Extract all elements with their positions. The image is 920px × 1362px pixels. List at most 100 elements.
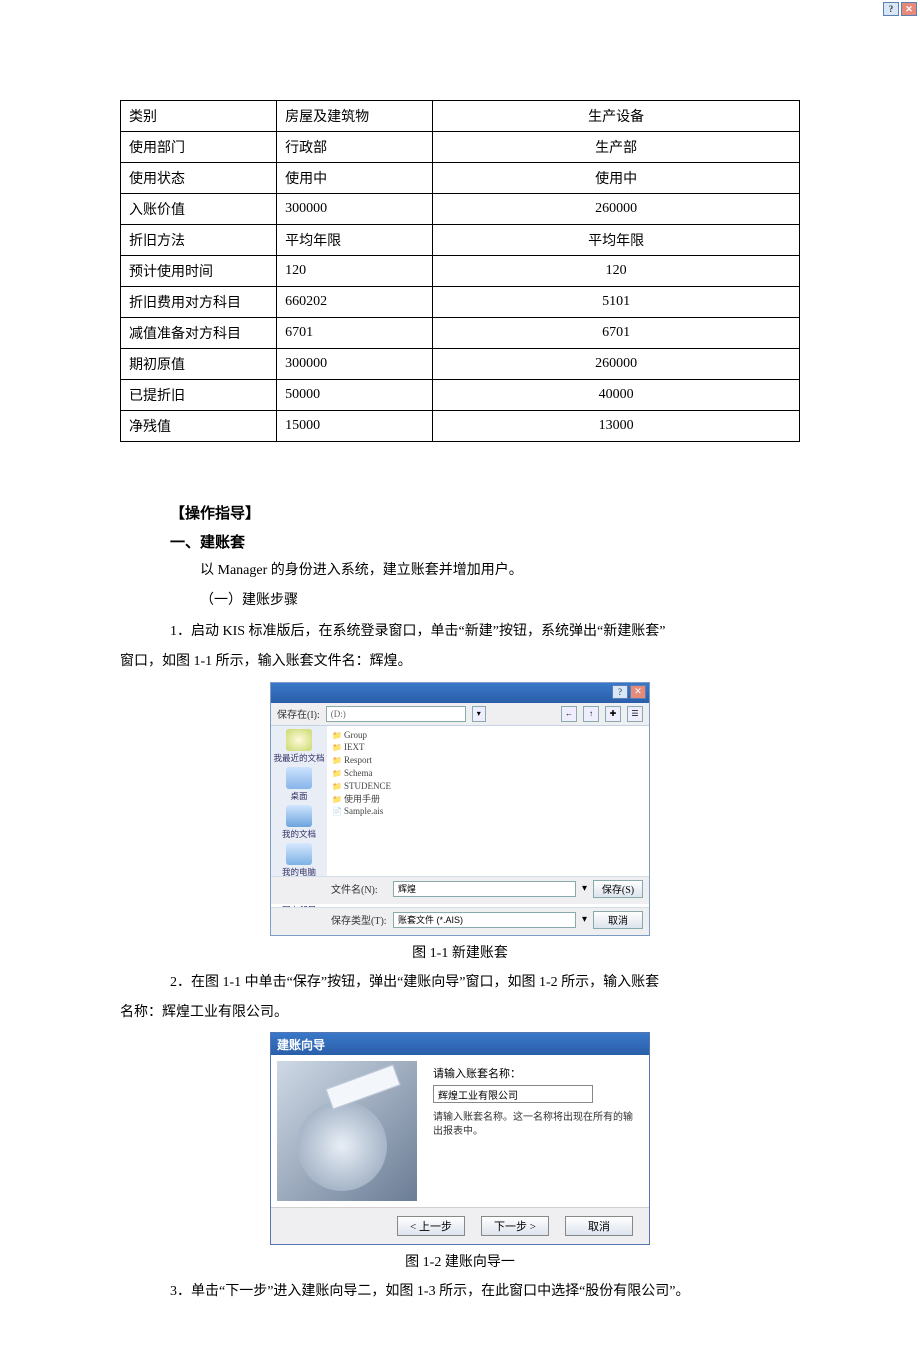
step1-line-a: 1．启动 KIS 标准版后，在系统登录窗口，单击“新建”按钮，系统弹出“新建账套…: [170, 621, 800, 643]
place-label: 我最近的文档: [273, 752, 324, 764]
places-item[interactable]: 桌面: [286, 767, 312, 802]
table-cell: 50000: [277, 380, 433, 411]
file-list[interactable]: GroupIEXTResportSchemaSTUDENCE使用手册Sample…: [327, 726, 649, 876]
subsection-1: （一）建账步骤: [200, 590, 800, 612]
path-row: 保存在(I): (D:) ▾ ← ↑ ✚ ☰: [271, 703, 649, 726]
filename-input[interactable]: [393, 881, 576, 897]
asset-table: 类别房屋及建筑物生产设备使用部门行政部生产部使用状态使用中使用中入账价值3000…: [120, 100, 800, 442]
table-row: 减值准备对方科目67016701: [121, 318, 800, 349]
folder-item[interactable]: 使用手册: [332, 793, 644, 806]
table-cell: 净残值: [121, 411, 277, 442]
table-cell: 生产设备: [433, 101, 800, 132]
table-row: 净残值1500013000: [121, 411, 800, 442]
table-row: 已提折旧5000040000: [121, 380, 800, 411]
table-cell: 折旧费用对方科目: [121, 287, 277, 318]
table-cell: 预计使用时间: [121, 256, 277, 287]
section-label: 【操作指导】: [170, 502, 800, 523]
filename-dropdown-icon[interactable]: ▾: [582, 883, 587, 894]
table-cell: 300000: [277, 194, 433, 225]
folder-item[interactable]: IEXT: [332, 741, 644, 754]
table-row: 期初原值300000260000: [121, 349, 800, 380]
filetype-input[interactable]: [393, 912, 576, 928]
table-cell: 平均年限: [433, 225, 800, 256]
table-cell: 行政部: [277, 132, 433, 163]
step2-line-a: 2．在图 1-1 中单击“保存”按钮，弹出“建账向导”窗口，如图 1-2 所示，…: [170, 972, 800, 994]
table-cell: 5101: [433, 287, 800, 318]
table-cell: 15000: [277, 411, 433, 442]
table-row: 使用部门行政部生产部: [121, 132, 800, 163]
save-button[interactable]: 保存(S): [593, 880, 643, 898]
folder-item[interactable]: STUDENCE: [332, 780, 644, 793]
wizard-dialog: 建账向导 ? ✕ 请输入账套名称： 辉煌工业有限公司 请输入账套名称。这一名称将…: [270, 1032, 650, 1245]
table-cell: 使用部门: [121, 132, 277, 163]
places-item[interactable]: 我的文档: [282, 805, 316, 840]
table-cell: 120: [277, 256, 433, 287]
up-icon[interactable]: ↑: [583, 706, 599, 722]
table-cell: 使用中: [277, 163, 433, 194]
step3-line: 3．单击“下一步”进入建账向导二，如图 1-3 所示，在此窗口中选择“股份有限公…: [170, 1281, 800, 1303]
table-cell: 300000: [277, 349, 433, 380]
table-cell: 使用状态: [121, 163, 277, 194]
place-icon: [286, 805, 312, 827]
table-cell: 13000: [433, 411, 800, 442]
dialog1-titlebar[interactable]: ? ✕: [271, 683, 649, 703]
table-cell: 260000: [433, 194, 800, 225]
places-bar: 我最近的文档桌面我的文档我的电脑网上邻居: [271, 726, 327, 876]
figure-caption-2: 图 1-2 建账向导一: [120, 1251, 800, 1271]
step1-line-b: 窗口，如图 1-1 所示，输入账套文件名：辉煌。: [120, 651, 800, 673]
save-in-label: 保存在(I):: [277, 706, 320, 721]
file-item[interactable]: Sample.ais: [332, 805, 644, 818]
table-row: 预计使用时间120120: [121, 256, 800, 287]
intro-line: 以 Manager 的身份进入系统，建立账套并增加用户。: [200, 560, 800, 582]
table-cell: 生产部: [433, 132, 800, 163]
place-label: 我的文档: [282, 828, 316, 840]
folder-item[interactable]: Resport: [332, 754, 644, 767]
table-cell: 入账价值: [121, 194, 277, 225]
figure-caption-1: 图 1-1 新建账套: [120, 942, 800, 962]
places-item[interactable]: 我的电脑: [282, 843, 316, 878]
place-icon: [286, 767, 312, 789]
wizard-prompt: 请输入账套名称：: [433, 1065, 639, 1081]
folder-item[interactable]: Schema: [332, 767, 644, 780]
heading-1: 一、建账套: [170, 531, 800, 552]
filename-label: 文件名(N):: [331, 881, 387, 896]
help-icon[interactable]: ?: [612, 685, 628, 699]
places-item[interactable]: 我最近的文档: [273, 729, 324, 764]
place-label: 桌面: [286, 790, 312, 802]
table-row: 使用状态使用中使用中: [121, 163, 800, 194]
table-cell: 120: [433, 256, 800, 287]
filetype-dropdown-icon[interactable]: ▾: [582, 914, 587, 925]
next-button[interactable]: 下一步 >: [481, 1216, 549, 1236]
dialog2-title: 建账向导: [277, 1036, 325, 1053]
folder-item[interactable]: Group: [332, 729, 644, 742]
cancel-button[interactable]: 取消: [593, 911, 643, 929]
table-cell: 折旧方法: [121, 225, 277, 256]
table-cell: 40000: [433, 380, 800, 411]
new-folder-icon[interactable]: ✚: [605, 706, 621, 722]
wizard-image: [277, 1061, 417, 1201]
account-name-input[interactable]: 辉煌工业有限公司: [433, 1085, 593, 1103]
place-icon: [286, 729, 312, 751]
table-cell: 6701: [277, 318, 433, 349]
close-icon[interactable]: ✕: [901, 2, 917, 16]
table-cell: 260000: [433, 349, 800, 380]
table-cell: 已提折旧: [121, 380, 277, 411]
back-icon[interactable]: ←: [561, 706, 577, 722]
dialog2-titlebar[interactable]: 建账向导 ? ✕: [271, 1033, 649, 1055]
wizard-cancel-button[interactable]: 取消: [565, 1216, 633, 1236]
table-row: 入账价值300000260000: [121, 194, 800, 225]
save-as-dialog: ? ✕ 保存在(I): (D:) ▾ ← ↑ ✚ ☰ 我最近的文档桌面我的文档我…: [270, 682, 650, 936]
table-cell: 期初原值: [121, 349, 277, 380]
table-cell: 使用中: [433, 163, 800, 194]
table-row: 折旧方法平均年限平均年限: [121, 225, 800, 256]
table-cell: 660202: [277, 287, 433, 318]
wizard-desc: 请输入账套名称。这一名称将出现在所有的输出报表中。: [433, 1111, 639, 1139]
prev-button[interactable]: < 上一步: [397, 1216, 465, 1236]
location-combo[interactable]: (D:): [326, 706, 466, 722]
place-icon: [286, 843, 312, 865]
help-icon[interactable]: ?: [883, 2, 899, 16]
table-row: 折旧费用对方科目6602025101: [121, 287, 800, 318]
views-icon[interactable]: ☰: [627, 706, 643, 722]
combo-dropdown-icon[interactable]: ▾: [472, 706, 486, 722]
close-icon[interactable]: ✕: [630, 685, 646, 699]
